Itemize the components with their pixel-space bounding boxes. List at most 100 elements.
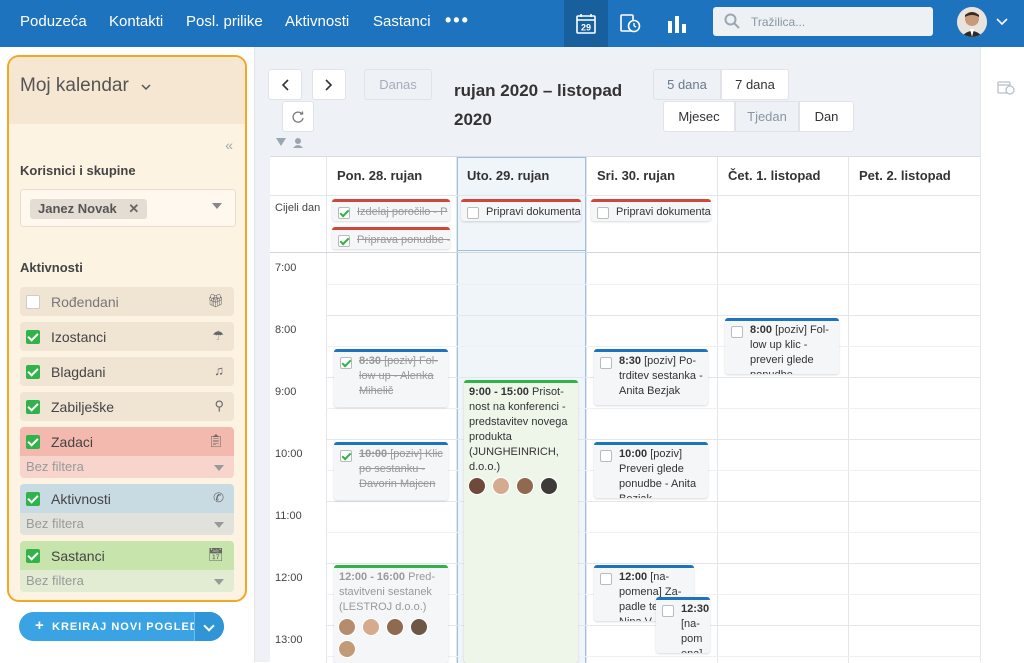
- user-chip: Janez Novak ✕: [30, 199, 148, 219]
- task-checkbox[interactable]: [731, 326, 743, 338]
- panel-title[interactable]: Moj kalendar: [20, 75, 129, 97]
- reports-nav-button[interactable]: [608, 0, 652, 47]
- calendar-event[interactable]: 12:00 - 16:00 Pred-stavitveni sestanek (…: [334, 565, 448, 663]
- day-header-thu[interactable]: Čet. 1. listopad: [728, 168, 820, 183]
- nav-activities[interactable]: Aktivnosti: [285, 13, 349, 30]
- task-checkbox[interactable]: [600, 450, 612, 462]
- grid-line: [270, 252, 980, 253]
- more-icon[interactable]: •••: [445, 10, 470, 31]
- time-label: 8:00: [275, 324, 297, 336]
- user-photo-icon: [957, 7, 987, 37]
- attendee-avatar[interactable]: [492, 477, 510, 495]
- today-button[interactable]: Danas: [364, 69, 432, 100]
- chevron-down-icon[interactable]: [141, 84, 151, 91]
- chevron-left-icon: [281, 78, 289, 91]
- day-header-tue[interactable]: Uto. 29. rujan: [467, 168, 549, 183]
- task-checkbox[interactable]: [600, 357, 612, 369]
- checkbox[interactable]: [26, 435, 40, 449]
- chevron-down-icon[interactable]: [996, 18, 1008, 26]
- attendee-avatar[interactable]: [338, 640, 356, 658]
- view-day[interactable]: Dan: [799, 101, 854, 132]
- grid-line: [326, 501, 980, 502]
- grid-line: [326, 346, 980, 347]
- attendee-avatar[interactable]: [468, 477, 486, 495]
- day-header-fri[interactable]: Pet. 2. listopad: [859, 168, 951, 183]
- analytics-nav-button[interactable]: [655, 0, 699, 47]
- filter-meetings[interactable]: Sastanci 📅︎: [20, 541, 234, 570]
- day-header-wed[interactable]: Sri. 30. rujan: [597, 168, 675, 183]
- calendar-event[interactable]: 8:30 [poziv] Po-trditev sestanka - Anita…: [594, 349, 708, 405]
- filter-value: Bez filtera: [26, 573, 84, 588]
- time-label: 13:00: [275, 634, 303, 646]
- event-time: 12:00: [619, 571, 648, 583]
- event-text: Izdelaj poročilo - P: [357, 206, 448, 218]
- task-checkbox[interactable]: [338, 207, 350, 219]
- task-checkbox[interactable]: [600, 573, 612, 585]
- calendar-event[interactable]: 8:30 [poziv] Fol-low up - Alenka Mihelič: [334, 349, 448, 407]
- search-input[interactable]: Tražilica...: [713, 7, 933, 36]
- filter-holidays[interactable]: Blagdani ♫: [20, 357, 234, 386]
- task-checkbox[interactable]: [597, 207, 609, 219]
- attendee-avatar[interactable]: [338, 618, 356, 636]
- checkbox[interactable]: [26, 365, 40, 379]
- checkbox[interactable]: [26, 549, 40, 563]
- create-view-dropdown[interactable]: [194, 612, 224, 641]
- allday-event[interactable]: Pripravi dokumenta: [461, 199, 581, 221]
- remove-icon[interactable]: ✕: [128, 201, 139, 216]
- view-week[interactable]: Tjedan: [735, 101, 799, 132]
- meetings-filter-select[interactable]: Bez filtera: [20, 570, 234, 592]
- event-text: Pripravi dokumenta: [616, 206, 711, 218]
- attendee-avatar[interactable]: [540, 477, 558, 495]
- allday-event[interactable]: Izdelaj poročilo - P: [332, 199, 450, 221]
- attendee-avatar[interactable]: [410, 618, 428, 636]
- checkbox[interactable]: [26, 330, 40, 344]
- refresh-button[interactable]: [282, 101, 314, 132]
- filter-notes[interactable]: Zabilješke ⚲: [20, 392, 234, 421]
- task-checkbox[interactable]: [338, 235, 350, 247]
- day-header-mon[interactable]: Pon. 28. rujan: [337, 168, 422, 183]
- task-checkbox[interactable]: [662, 605, 674, 617]
- dropdown-arrow-icon[interactable]: [212, 203, 222, 209]
- collapse-icon[interactable]: «: [225, 137, 233, 153]
- filter-tasks[interactable]: Zadaci 📋︎: [20, 427, 234, 456]
- nav-opportunities[interactable]: Posl. prilike: [186, 13, 263, 30]
- attendee-avatar[interactable]: [362, 618, 380, 636]
- tasks-filter-select[interactable]: Bez filtera: [20, 456, 234, 478]
- user-select[interactable]: Janez Novak ✕: [20, 189, 236, 227]
- calendar-event[interactable]: 12:30 [na-pom ena]: [656, 597, 710, 653]
- view-7-days[interactable]: 7 dana: [721, 69, 789, 100]
- filter-birthdays[interactable]: Rođendani 🎁︎: [20, 287, 234, 316]
- view-month[interactable]: Mjesec: [663, 101, 735, 132]
- filter-absences[interactable]: Izostanci ☂︎: [20, 322, 234, 351]
- allday-event[interactable]: Priprava ponudbe -: [332, 227, 450, 249]
- attendee-avatar[interactable]: [386, 618, 404, 636]
- checkbox[interactable]: [26, 295, 40, 309]
- calendar-event[interactable]: 8:00 [poziv] Fol-low up klic - preveri g…: [725, 318, 839, 374]
- nav-companies[interactable]: Poduzeća: [20, 13, 87, 30]
- filter-activities[interactable]: Aktivnosti ✆: [20, 484, 234, 513]
- nav-contacts[interactable]: Kontakti: [109, 13, 163, 30]
- task-checkbox[interactable]: [340, 450, 352, 462]
- checkbox[interactable]: [26, 400, 40, 414]
- filter-user-icon[interactable]: [275, 137, 307, 149]
- filter-label: Rođendani: [51, 294, 119, 310]
- checkbox[interactable]: [26, 492, 40, 506]
- calendar-event[interactable]: 9:00 - 15:00 Prisot-nost na konferenci -…: [464, 380, 578, 663]
- nav-meetings[interactable]: Sastanci: [373, 13, 431, 30]
- user-avatar[interactable]: [957, 7, 987, 37]
- attendee-avatar[interactable]: [516, 477, 534, 495]
- task-checkbox[interactable]: [467, 207, 479, 219]
- next-button[interactable]: [312, 69, 346, 100]
- create-view-button[interactable]: + KREIRAJ NOVI POGLED: [19, 612, 224, 641]
- calendar-nav-button[interactable]: 29: [564, 0, 608, 47]
- task-checkbox[interactable]: [340, 357, 352, 369]
- grid-line: [326, 408, 980, 409]
- allday-event[interactable]: Pripravi dokumenta: [591, 199, 711, 221]
- calendar-event[interactable]: 10:00 [poziv] Preveri glede ponudbe - An…: [594, 442, 708, 498]
- activities-filter-select[interactable]: Bez filtera: [20, 513, 234, 535]
- grid-line: [848, 157, 849, 663]
- prev-button[interactable]: [268, 69, 302, 100]
- calendar-event[interactable]: 10:00 [poziv] Klic po sestanku - Davorin…: [334, 442, 448, 500]
- view-5-days[interactable]: 5 dana: [653, 69, 721, 100]
- calendar-sync-icon[interactable]: [997, 79, 1015, 95]
